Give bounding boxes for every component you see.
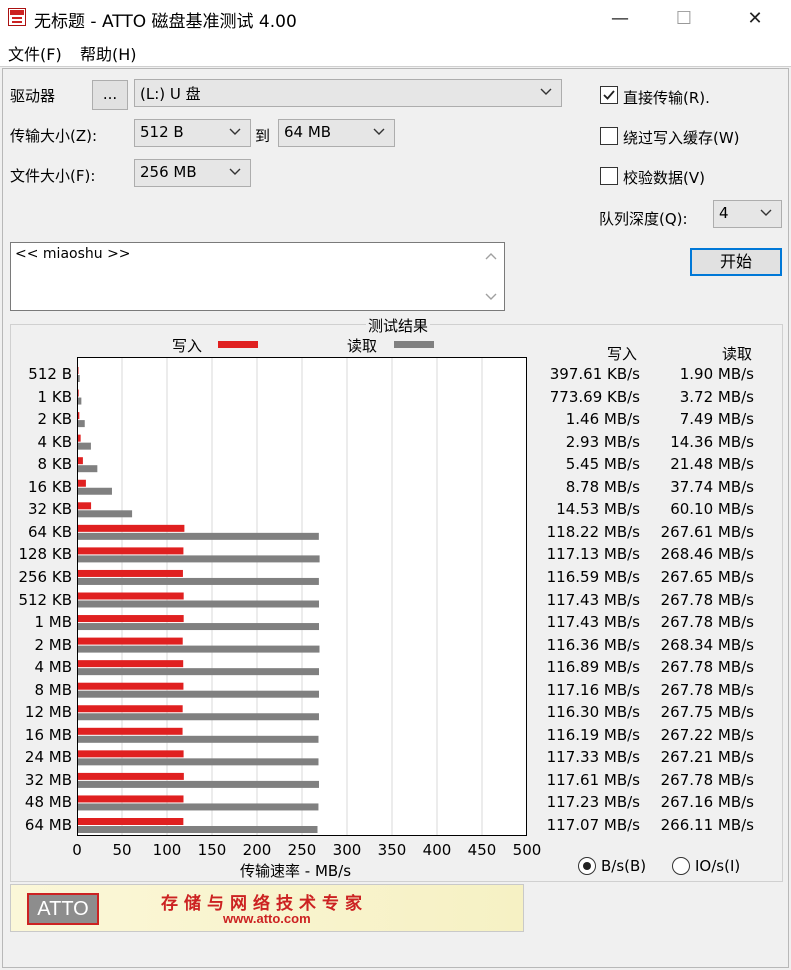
description-textarea[interactable]: << miaoshu >> [10, 242, 505, 311]
atto-logo: ATTO [27, 893, 99, 925]
scroll-down-icon[interactable] [483, 288, 499, 304]
chevron-down-icon [229, 168, 241, 175]
queue-depth-label: 队列深度(Q): [599, 210, 688, 228]
drive-select[interactable]: (L:) U 盘 [134, 79, 562, 107]
maximize-button[interactable]: ☐ [661, 0, 707, 36]
menu-help[interactable]: 帮助(H) [80, 41, 137, 65]
menu-file[interactable]: 文件(F) [8, 41, 62, 65]
direct-io-label: 直接传输(R). [623, 89, 710, 107]
transfer-to-select[interactable]: 64 MB [278, 119, 395, 147]
legend-read-swatch [394, 341, 434, 348]
chevron-down-icon [760, 209, 772, 216]
file-size-value: 256 MB [140, 163, 197, 181]
results-title: 测试结果 [366, 315, 431, 336]
unit-bytes-label: B/s(B) [601, 857, 647, 875]
chevron-down-icon [373, 128, 385, 135]
column-header-write: 写入 [607, 345, 638, 363]
unit-io-radio[interactable] [672, 857, 690, 875]
window-title: 无标题 - ATTO 磁盘基准测试 4.00 [34, 12, 297, 32]
banner-url: www.atto.com [223, 911, 311, 926]
unit-io-label: IO/s(I) [695, 857, 741, 875]
radio-selected-dot [583, 862, 591, 870]
minimize-button[interactable]: — [597, 0, 643, 36]
column-header-read: 读取 [722, 345, 753, 363]
atto-banner[interactable]: ATTO 存储与网络技术专家 www.atto.com [10, 884, 524, 932]
legend-write-label: 写入 [172, 337, 203, 355]
direct-io-checkbox[interactable] [600, 86, 618, 104]
transfer-from-value: 512 B [140, 123, 184, 141]
scroll-up-icon[interactable] [483, 249, 499, 265]
close-button[interactable]: ✕ [732, 0, 778, 36]
unit-bytes-radio[interactable] [578, 857, 596, 875]
transfer-from-select[interactable]: 512 B [134, 119, 251, 147]
description-text: << miaoshu >> [15, 246, 131, 262]
transfer-to-label: 到 [255, 127, 271, 145]
chevron-down-icon [229, 128, 241, 135]
transfer-to-value: 64 MB [284, 123, 332, 141]
verify-data-checkbox[interactable] [600, 167, 618, 185]
atto-app-icon [8, 8, 26, 26]
queue-depth-select[interactable]: 4 [713, 200, 782, 228]
transfer-size-label: 传输大小(Z): [10, 127, 98, 145]
results-panel [10, 324, 783, 882]
queue-depth-value: 4 [719, 204, 729, 222]
bypass-cache-checkbox[interactable] [600, 127, 618, 145]
file-size-label: 文件大小(F): [10, 167, 96, 185]
drive-label: 驱动器 [10, 87, 56, 105]
verify-data-label: 校验数据(V) [623, 169, 705, 187]
file-size-select[interactable]: 256 MB [134, 159, 251, 187]
bypass-cache-label: 绕过写入缓存(W) [623, 129, 740, 147]
legend-write-swatch [218, 341, 258, 348]
legend-read-label: 读取 [347, 337, 378, 355]
drive-select-value: (L:) U 盘 [140, 85, 201, 103]
x-axis-label: 传输速率 - MB/s [240, 862, 352, 880]
browse-button[interactable]: ... [92, 80, 128, 110]
chevron-down-icon [540, 88, 552, 95]
checkmark-icon [603, 90, 615, 100]
start-button[interactable]: 开始 [690, 248, 782, 276]
